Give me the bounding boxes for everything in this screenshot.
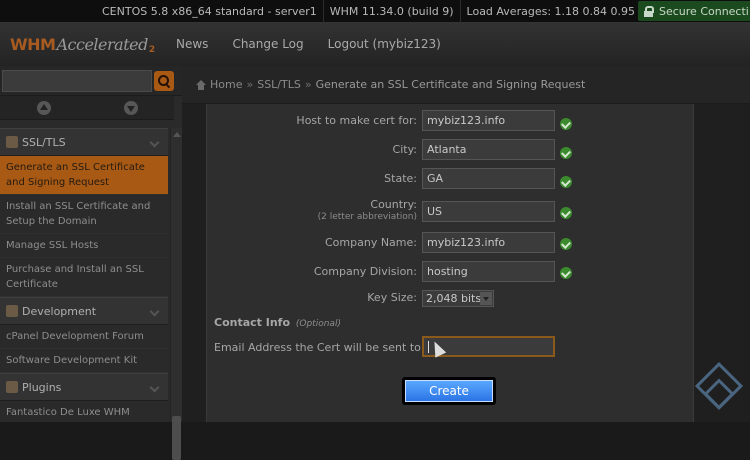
host-input[interactable]: mybiz123.info: [422, 110, 555, 131]
keysize-value: 2,048 bits: [426, 292, 482, 305]
plugins-icon: [6, 381, 18, 393]
country-label-text: Country:: [370, 198, 417, 211]
secure-connection-label: Secure Connecti: [659, 4, 749, 18]
home-icon[interactable]: [196, 79, 206, 90]
country-input[interactable]: US: [422, 201, 555, 222]
sidebar-scroll-controls: [0, 96, 174, 120]
top-navigation: WHM Accelerated 2 News Change Log Logout…: [0, 22, 750, 66]
server-info: CENTOS 5.8 x86_64 standard - server1: [102, 4, 317, 18]
sidebar-item-manage-ssl[interactable]: Manage SSL Hosts: [0, 234, 168, 258]
sidebar-section-label: Plugins: [22, 380, 62, 394]
sidebar: SSL/TLS Generate an SSL Certificate and …: [0, 66, 182, 460]
company-input[interactable]: mybiz123.info: [422, 232, 555, 253]
sidebar-search-input[interactable]: [2, 69, 152, 92]
state-input[interactable]: GA: [422, 168, 555, 189]
chevron-down-icon: [150, 382, 160, 392]
chevron-down-icon: [150, 306, 160, 316]
sidebar-item-cpanel-forum[interactable]: cPanel Development Forum: [0, 325, 168, 349]
sidebar-item-install-ssl[interactable]: Install an SSL Certificate and Setup the…: [0, 195, 168, 234]
breadcrumb-current: Generate an SSL Certificate and Signing …: [315, 78, 586, 91]
valid-check-icon: [560, 147, 572, 159]
chevron-down-icon: [150, 137, 160, 147]
sidebar-item-purchase-ssl[interactable]: Purchase and Install an SSL Certificate: [0, 258, 168, 297]
sidebar-section-label: Development: [22, 304, 97, 318]
sidebar-item-fantastico[interactable]: Fantastico De Luxe WHM Admin: [0, 401, 168, 422]
sidebar-section-ssl[interactable]: SSL/TLS: [0, 128, 168, 156]
state-label: State:: [384, 172, 417, 185]
logo-main: WHM: [10, 34, 56, 54]
create-button-label: Create: [405, 380, 493, 402]
logo-sub: 2: [148, 45, 155, 55]
logo-accent: Accelerated: [56, 34, 148, 54]
valid-check-icon: [560, 118, 572, 130]
scroll-up-icon[interactable]: [36, 100, 51, 115]
load-averages: Load Averages: 1.18 0.84 0.95: [459, 0, 641, 22]
dropdown-arrow-icon[interactable]: [480, 292, 492, 305]
host-label: Host to make cert for:: [296, 114, 417, 127]
contact-info-heading: Contact Info (Optional): [214, 316, 341, 329]
breadcrumb-ssl[interactable]: SSL/TLS: [257, 78, 301, 91]
sidebar-nav: SSL/TLS Generate an SSL Certificate and …: [0, 128, 168, 422]
contact-heading-text: Contact Info: [214, 316, 291, 329]
valid-check-icon: [560, 176, 572, 188]
scrollbar-thumb[interactable]: [172, 416, 181, 460]
ssl-icon: [6, 136, 18, 148]
whm-logo[interactable]: WHM Accelerated 2: [10, 29, 158, 59]
valid-check-icon: [560, 238, 572, 250]
whm-version: WHM 11.34.0 (build 9): [322, 0, 460, 22]
scroll-up-arrow-icon[interactable]: [173, 132, 181, 137]
keysize-label: Key Size:: [367, 291, 417, 304]
city-input[interactable]: Atlanta: [422, 139, 555, 160]
development-icon: [6, 305, 18, 317]
top-nav-links: News Change Log Logout (mybiz123): [176, 37, 465, 51]
breadcrumb: Home » SSL/TLS » Generate an SSL Certifi…: [182, 66, 750, 104]
keysize-select[interactable]: 2,048 bits: [422, 290, 494, 307]
contact-optional-label: (Optional): [295, 319, 341, 329]
change-log-link[interactable]: Change Log: [232, 37, 303, 51]
logout-link[interactable]: Logout (mybiz123): [328, 37, 441, 51]
division-input[interactable]: hosting: [422, 261, 555, 282]
country-label: Country: (2 letter abbreviation): [318, 198, 417, 224]
sidebar-item-sdk[interactable]: Software Development Kit: [0, 349, 168, 373]
breadcrumb-separator: »: [304, 78, 312, 91]
company-label: Company Name:: [325, 236, 417, 249]
city-label: City:: [392, 143, 417, 156]
sidebar-search: [0, 66, 182, 96]
valid-check-icon: [560, 267, 572, 279]
division-label: Company Division:: [313, 265, 417, 278]
email-label: Email Address the Cert will be sent to:: [214, 341, 425, 354]
sidebar-item-generate-ssl[interactable]: Generate an SSL Certificate and Signing …: [0, 156, 168, 195]
country-label-sub: (2 letter abbreviation): [317, 212, 417, 222]
brand-watermark-icon: [696, 367, 736, 407]
breadcrumb-home[interactable]: Home: [210, 78, 242, 91]
lock-icon: [644, 6, 654, 17]
search-icon[interactable]: [154, 70, 174, 91]
create-button[interactable]: Create: [402, 377, 496, 405]
news-link[interactable]: News: [176, 37, 208, 51]
breadcrumb-separator: »: [246, 78, 254, 91]
scroll-down-icon[interactable]: [123, 100, 138, 115]
sidebar-section-development[interactable]: Development: [0, 297, 168, 325]
sidebar-scrollbar[interactable]: [170, 128, 182, 460]
secure-connection-badge: Secure Connecti: [638, 1, 750, 21]
valid-check-icon: [560, 207, 572, 219]
sidebar-section-label: SSL/TLS: [22, 135, 66, 149]
sidebar-section-plugins[interactable]: Plugins: [0, 373, 168, 401]
